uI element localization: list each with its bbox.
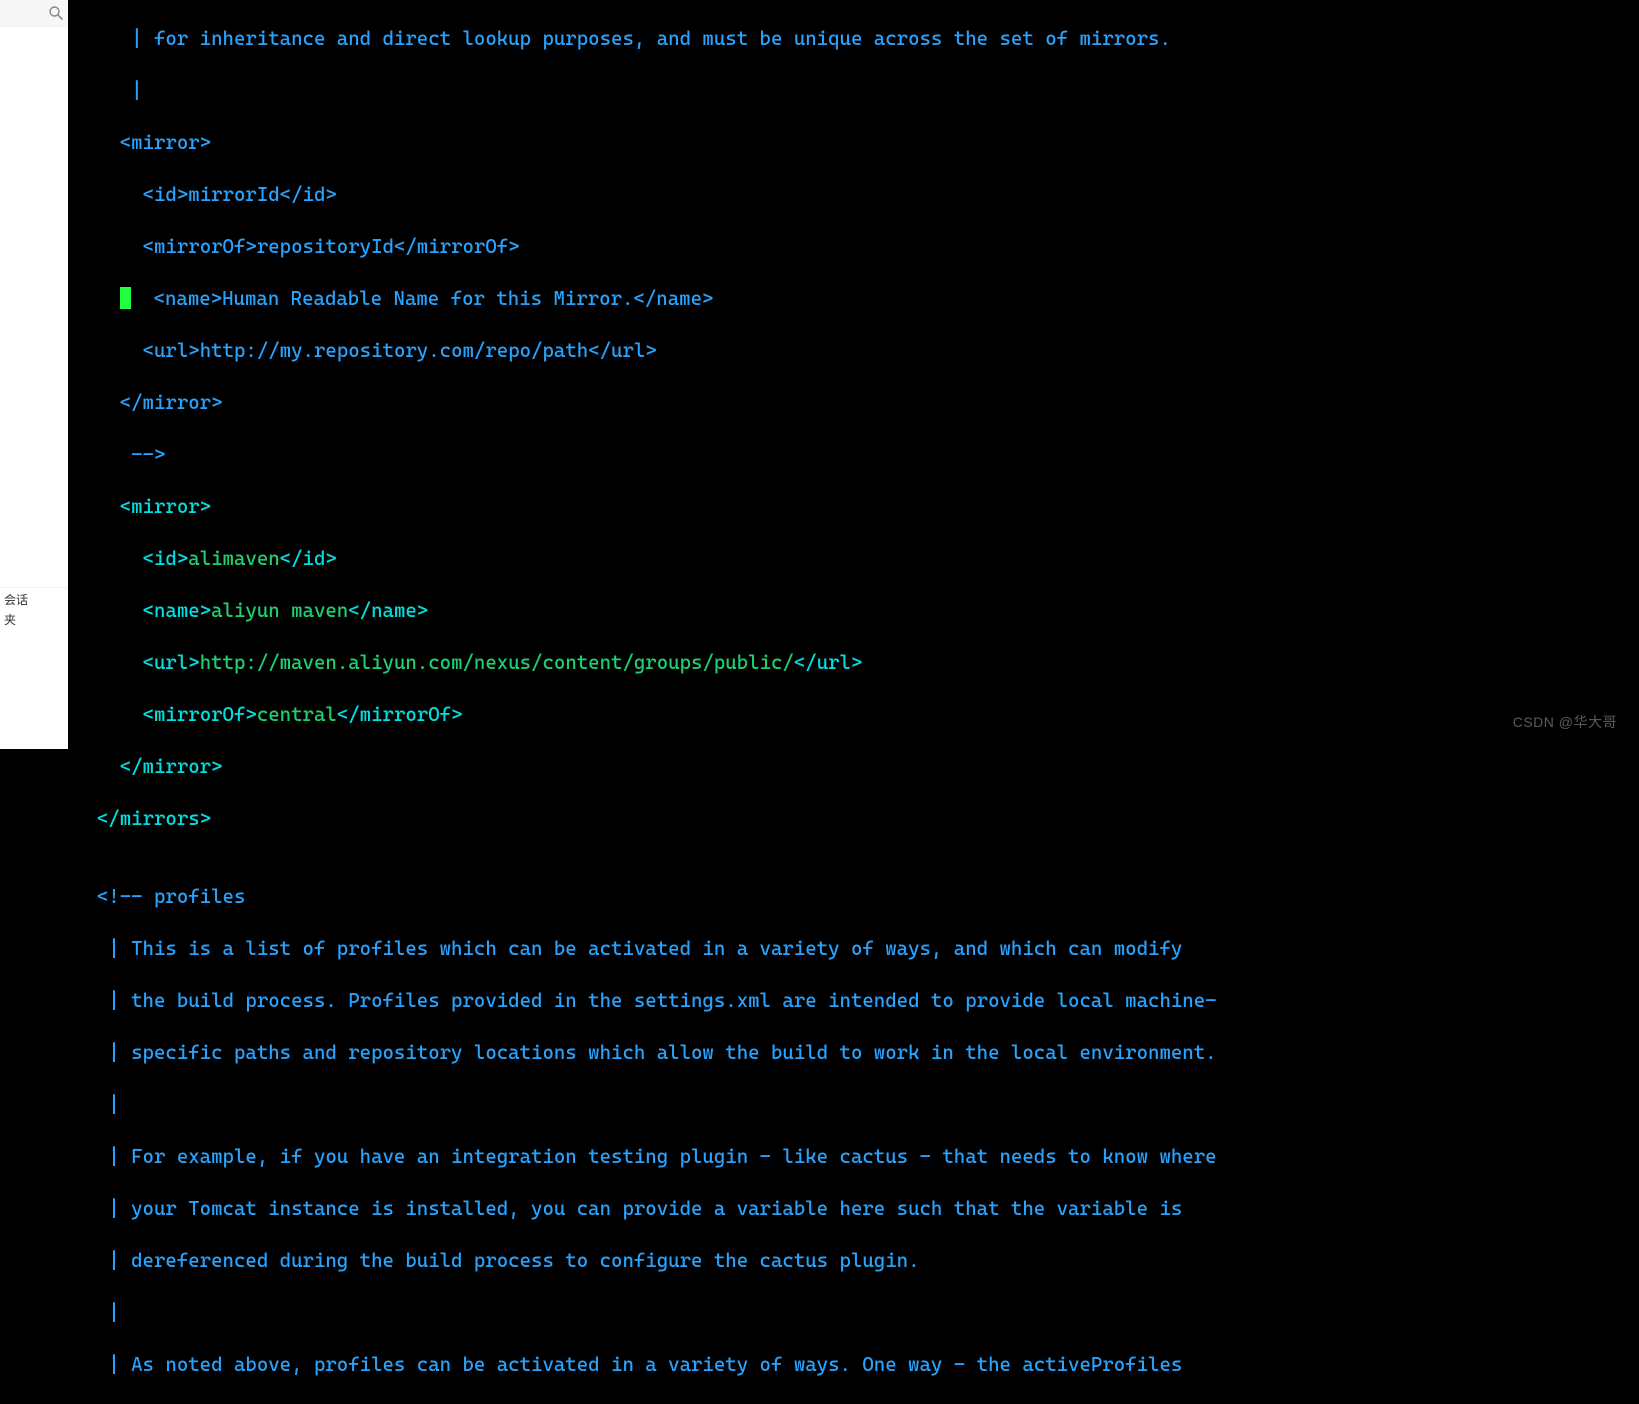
code-line: <name>aliyun maven</name>	[74, 598, 1639, 624]
code-line: -->	[74, 442, 1639, 468]
code-line: | For example, if you have an integratio…	[74, 1144, 1639, 1170]
code-line: | for inheritance and direct lookup purp…	[74, 26, 1639, 52]
sidebar-label-folder[interactable]: 夹	[0, 608, 68, 628]
code-line: | dereferenced during the build process …	[74, 1248, 1639, 1274]
code-line: <id>mirrorId</id>	[74, 182, 1639, 208]
code-line: <mirrorOf>repositoryId</mirrorOf>	[74, 234, 1639, 260]
code-line: <url>http://maven.aliyun.com/nexus/conte…	[74, 650, 1639, 676]
code-line: <name>Human Readable Name for this Mirro…	[74, 286, 1639, 312]
code-line: <id>alimaven</id>	[74, 546, 1639, 572]
search-icon	[48, 5, 64, 21]
code-line: </mirror>	[74, 754, 1639, 780]
code-line: | specific paths and repository location…	[74, 1040, 1639, 1066]
code-line: <!-- profiles	[74, 884, 1639, 910]
left-sidebar: 会话 夹	[0, 0, 69, 749]
code-line: </mirrors>	[74, 806, 1639, 832]
sidebar-empty-area	[0, 27, 68, 588]
code-line: | your Tomcat instance is installed, you…	[74, 1196, 1639, 1222]
code-line: <url>http://my.repository.com/repo/path<…	[74, 338, 1639, 364]
code-line: <mirror>	[74, 130, 1639, 156]
code-line: |	[74, 1300, 1639, 1326]
code-line: | the build process. Profiles provided i…	[74, 988, 1639, 1014]
code-line: | This is a list of profiles which can b…	[74, 936, 1639, 962]
code-line: <mirrorOf>central</mirrorOf>	[74, 702, 1639, 728]
cursor-block	[120, 287, 131, 309]
sidebar-label-session[interactable]: 会话	[0, 588, 68, 608]
code-line: <mirror>	[74, 494, 1639, 520]
search-row[interactable]	[0, 0, 68, 27]
code-line: | As noted above, profiles can be activa…	[74, 1352, 1639, 1378]
terminal-editor[interactable]: | for inheritance and direct lookup purp…	[68, 0, 1639, 749]
code-line: </mirror>	[74, 390, 1639, 416]
code-line: |	[74, 78, 1639, 104]
code-line: |	[74, 1092, 1639, 1118]
